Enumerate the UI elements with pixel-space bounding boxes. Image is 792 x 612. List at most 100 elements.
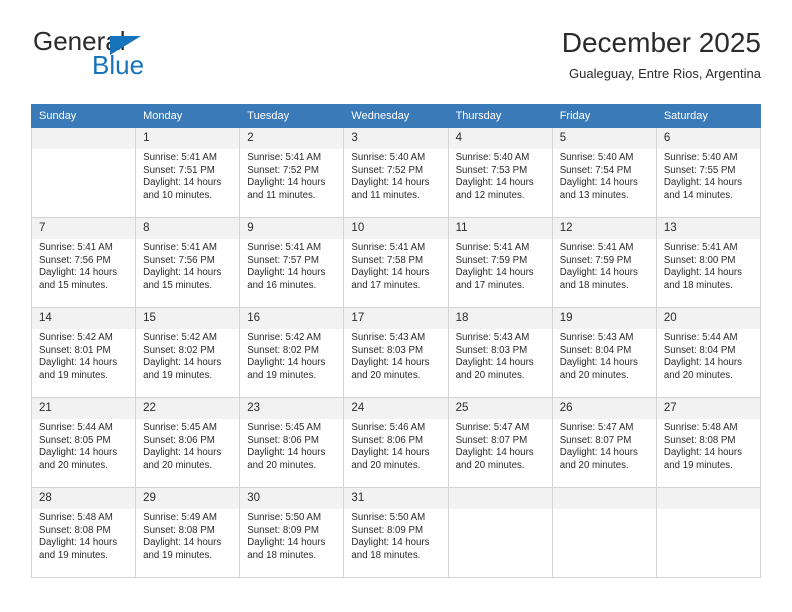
- calendar-day-cell[interactable]: 10 Sunrise: 5:41 AM Sunset: 7:58 PM Dayligh…: [343, 217, 449, 308]
- calendar-day-cell[interactable]: 18 Sunrise: 5:43 AM Sunset: 8:03 PM Dayligh…: [447, 307, 553, 398]
- calendar-week-row: 21 Sunrise: 5:44 AM Sunset: 8:05 PM Dayligh…: [30, 397, 762, 488]
- sunset-text: Sunset: 8:01 PM: [39, 344, 111, 356]
- calendar-day-cell[interactable]: 2 Sunrise: 5:41 AM Sunset: 7:52 PM Daylight…: [239, 127, 345, 218]
- daylight-text: Daylight: 14 hours and 18 minutes.: [559, 267, 638, 291]
- day-number: 27: [656, 398, 760, 419]
- sunset-text: Sunset: 7:51 PM: [143, 164, 215, 176]
- page-subtitle: Gualeguay, Entre Rios, Argentina: [569, 66, 761, 81]
- calendar-day-cell[interactable]: 4 Sunrise: 5:40 AM Sunset: 7:53 PM Daylight…: [447, 127, 553, 218]
- sunset-text: Sunset: 8:02 PM: [247, 344, 319, 356]
- calendar-day-cell[interactable]: 6 Sunrise: 5:40 AM Sunset: 7:55 PM Daylight…: [655, 127, 762, 218]
- day-details: Sunrise: 5:42 AM Sunset: 8:02 PM Daylight:…: [136, 329, 239, 382]
- calendar-day-cell[interactable]: 16 Sunrise: 5:42 AM Sunset: 8:02 PM Dayligh…: [239, 307, 345, 398]
- day-number: [448, 488, 552, 509]
- calendar-day-cell[interactable]: 13 Sunrise: 5:41 AM Sunset: 8:00 PM Dayligh…: [655, 217, 762, 308]
- day-number: 31: [344, 488, 448, 509]
- day-number: 18: [448, 308, 552, 329]
- calendar-day-cell[interactable]: 7 Sunrise: 5:41 AM Sunset: 7:56 PM Daylight…: [30, 217, 137, 308]
- day-details: Sunrise: 5:45 AM Sunset: 8:06 PM Daylight:…: [136, 419, 239, 472]
- sunset-text: Sunset: 7:56 PM: [39, 254, 111, 266]
- sunset-text: Sunset: 7:57 PM: [247, 254, 319, 266]
- sunrise-text: Sunrise: 5:42 AM: [247, 332, 322, 343]
- sunset-text: Sunset: 8:03 PM: [351, 344, 424, 356]
- calendar-day-cell[interactable]: 14 Sunrise: 5:42 AM Sunset: 8:01 PM Dayligh…: [30, 307, 137, 398]
- daylight-text: Daylight: 14 hours and 18 minutes.: [663, 267, 742, 291]
- calendar-day-cell[interactable]: 8 Sunrise: 5:41 AM Sunset: 7:56 PM Daylight…: [135, 217, 241, 308]
- day-number: [552, 488, 656, 509]
- day-number: 20: [656, 308, 760, 329]
- sunset-text: Sunset: 8:09 PM: [247, 524, 319, 536]
- day-number: 30: [240, 488, 344, 509]
- sunset-text: Sunset: 8:06 PM: [247, 434, 319, 446]
- calendar-day-cell[interactable]: 27 Sunrise: 5:48 AM Sunset: 8:08 PM Dayligh…: [655, 397, 762, 488]
- calendar-day-cell[interactable]: 29 Sunrise: 5:49 AM Sunset: 8:08 PM Dayligh…: [135, 487, 241, 578]
- sunset-text: Sunset: 8:07 PM: [455, 434, 528, 446]
- sunset-text: Sunset: 8:04 PM: [663, 344, 736, 356]
- day-details: Sunrise: 5:41 AM Sunset: 7:58 PM Daylight:…: [344, 239, 447, 292]
- calendar-day-cell[interactable]: 24 Sunrise: 5:46 AM Sunset: 8:06 PM Dayligh…: [343, 397, 449, 488]
- sunrise-text: Sunrise: 5:47 AM: [559, 422, 634, 433]
- daylight-text: Daylight: 14 hours and 20 minutes.: [143, 447, 222, 471]
- daylight-text: Daylight: 14 hours and 20 minutes.: [455, 357, 534, 381]
- calendar-day-cell[interactable]: 26 Sunrise: 5:47 AM Sunset: 8:07 PM Dayligh…: [551, 397, 657, 488]
- daylight-text: Daylight: 14 hours and 17 minutes.: [455, 267, 534, 291]
- daylight-text: Daylight: 14 hours and 19 minutes.: [39, 357, 118, 381]
- daylight-text: Daylight: 14 hours and 20 minutes.: [663, 357, 742, 381]
- day-number: 3: [344, 128, 448, 149]
- calendar-empty-cell: [30, 127, 137, 218]
- calendar-day-cell[interactable]: 28 Sunrise: 5:48 AM Sunset: 8:08 PM Dayligh…: [30, 487, 137, 578]
- day-details: Sunrise: 5:41 AM Sunset: 7:57 PM Daylight:…: [240, 239, 343, 292]
- calendar-day-cell[interactable]: 19 Sunrise: 5:43 AM Sunset: 8:04 PM Dayligh…: [551, 307, 657, 398]
- sunrise-text: Sunrise: 5:41 AM: [455, 242, 530, 253]
- day-number: [32, 128, 136, 149]
- calendar-header-row: Sunday Monday Tuesday Wednesday Thursday…: [30, 104, 762, 128]
- calendar-day-cell[interactable]: 20 Sunrise: 5:44 AM Sunset: 8:04 PM Dayligh…: [655, 307, 762, 398]
- day-number: 2: [240, 128, 344, 149]
- calendar-day-cell[interactable]: 22 Sunrise: 5:45 AM Sunset: 8:06 PM Dayligh…: [135, 397, 241, 488]
- calendar-day-cell[interactable]: 5 Sunrise: 5:40 AM Sunset: 7:54 PM Daylight…: [551, 127, 657, 218]
- sunset-text: Sunset: 8:07 PM: [559, 434, 632, 446]
- sunset-text: Sunset: 7:52 PM: [351, 164, 424, 176]
- day-number: 5: [552, 128, 656, 149]
- calendar-day-cell[interactable]: 30 Sunrise: 5:50 AM Sunset: 8:09 PM Dayligh…: [239, 487, 345, 578]
- calendar-day-cell[interactable]: 17 Sunrise: 5:43 AM Sunset: 8:03 PM Dayligh…: [343, 307, 449, 398]
- calendar-day-cell[interactable]: 9 Sunrise: 5:41 AM Sunset: 7:57 PM Daylight…: [239, 217, 345, 308]
- weekday-header-sunday: Sunday: [30, 104, 137, 128]
- title-block: December 2025 Gualeguay, Entre Rios, Arg…: [562, 26, 761, 82]
- calendar-day-cell[interactable]: 12 Sunrise: 5:41 AM Sunset: 7:59 PM Dayligh…: [551, 217, 657, 308]
- sunset-text: Sunset: 7:55 PM: [663, 164, 736, 176]
- sunrise-text: Sunrise: 5:41 AM: [351, 242, 426, 253]
- day-details: Sunrise: 5:41 AM Sunset: 7:59 PM Daylight:…: [553, 239, 656, 292]
- page-title: December 2025: [561, 27, 761, 58]
- calendar-day-cell[interactable]: 23 Sunrise: 5:45 AM Sunset: 8:06 PM Dayligh…: [239, 397, 345, 488]
- calendar-day-cell[interactable]: 25 Sunrise: 5:47 AM Sunset: 8:07 PM Dayligh…: [447, 397, 553, 488]
- sunset-text: Sunset: 8:06 PM: [351, 434, 424, 446]
- day-details: Sunrise: 5:44 AM Sunset: 8:04 PM Daylight:…: [657, 329, 760, 382]
- sunrise-text: Sunrise: 5:40 AM: [351, 152, 426, 163]
- sunrise-text: Sunrise: 5:45 AM: [143, 422, 217, 433]
- daylight-text: Daylight: 14 hours and 19 minutes.: [39, 537, 118, 561]
- sunset-text: Sunset: 8:02 PM: [143, 344, 215, 356]
- day-number: 24: [344, 398, 448, 419]
- sunrise-text: Sunrise: 5:43 AM: [455, 332, 530, 343]
- calendar-day-cell[interactable]: 3 Sunrise: 5:40 AM Sunset: 7:52 PM Daylight…: [343, 127, 449, 218]
- calendar-day-cell[interactable]: 15 Sunrise: 5:42 AM Sunset: 8:02 PM Dayligh…: [135, 307, 241, 398]
- day-details: Sunrise: 5:44 AM Sunset: 8:05 PM Daylight:…: [32, 419, 135, 472]
- sunset-text: Sunset: 7:53 PM: [455, 164, 528, 176]
- daylight-text: Daylight: 14 hours and 18 minutes.: [247, 537, 326, 561]
- sunrise-text: Sunrise: 5:48 AM: [663, 422, 738, 433]
- sunrise-text: Sunrise: 5:41 AM: [663, 242, 738, 253]
- calendar-day-cell[interactable]: 31 Sunrise: 5:50 AM Sunset: 8:09 PM Dayligh…: [343, 487, 449, 578]
- daylight-text: Daylight: 14 hours and 13 minutes.: [559, 177, 638, 201]
- day-number: 12: [552, 218, 656, 239]
- day-details: Sunrise: 5:48 AM Sunset: 8:08 PM Daylight:…: [657, 419, 760, 472]
- calendar-week-row: 28 Sunrise: 5:48 AM Sunset: 8:08 PM Dayligh…: [30, 487, 762, 578]
- calendar-day-cell[interactable]: 1 Sunrise: 5:41 AM Sunset: 7:51 PM Daylight…: [135, 127, 241, 218]
- calendar-day-cell[interactable]: 21 Sunrise: 5:44 AM Sunset: 8:05 PM Dayligh…: [30, 397, 137, 488]
- daylight-text: Daylight: 14 hours and 11 minutes.: [351, 177, 430, 201]
- calendar-day-cell[interactable]: 11 Sunrise: 5:41 AM Sunset: 7:59 PM Dayligh…: [447, 217, 553, 308]
- day-details: Sunrise: 5:40 AM Sunset: 7:55 PM Daylight:…: [657, 149, 760, 202]
- daylight-text: Daylight: 14 hours and 20 minutes.: [559, 447, 638, 471]
- sunset-text: Sunset: 7:59 PM: [455, 254, 528, 266]
- general-blue-logo[interactable]: General Blue: [31, 26, 291, 88]
